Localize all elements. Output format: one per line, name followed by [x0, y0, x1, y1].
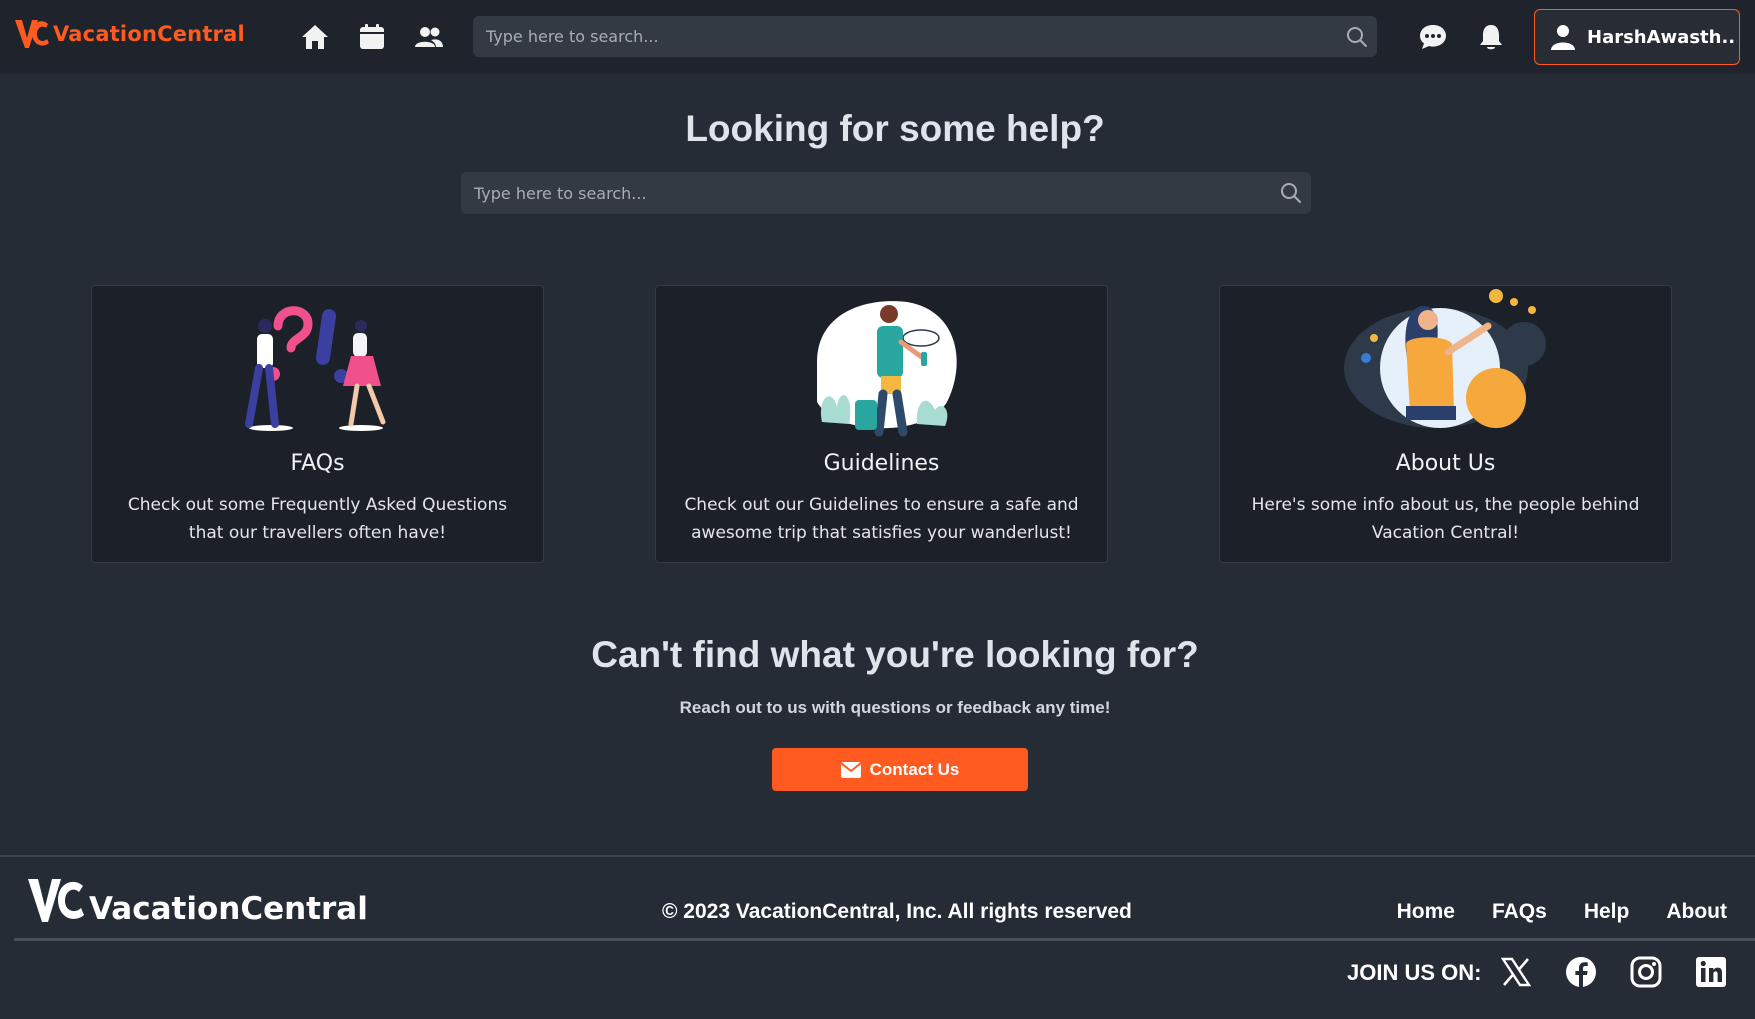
footer-brand[interactable]: VacationCentral: [27, 877, 368, 927]
bell-icon[interactable]: [1476, 22, 1506, 52]
vc-logo-icon: [28, 879, 84, 922]
footer-link-home[interactable]: Home: [1397, 900, 1455, 924]
search-icon[interactable]: [1271, 173, 1311, 213]
facebook-icon[interactable]: [1565, 956, 1597, 988]
help-search-input[interactable]: [461, 183, 1271, 203]
cta-subtitle: Reach out to us with questions or feedba…: [679, 698, 1111, 717]
home-icon[interactable]: [300, 22, 330, 52]
footer-link-help[interactable]: Help: [1584, 900, 1630, 924]
user-name: HarshAwasth...: [1587, 26, 1737, 48]
top-search-input[interactable]: [473, 27, 1337, 46]
vc-logo-icon: [15, 20, 49, 48]
card-title: Guidelines: [823, 451, 940, 476]
guidelines-card[interactable]: Guidelines Check out our Guidelines to e…: [655, 285, 1108, 563]
contact-us-label: Contact Us: [869, 759, 960, 779]
envelope-icon: [840, 761, 861, 778]
footer-link-faqs[interactable]: FAQs: [1492, 900, 1547, 924]
about-us-illustration: [1220, 286, 1671, 436]
top-search-bar: [473, 16, 1377, 57]
join-us-label: JOIN US ON:: [1347, 960, 1482, 985]
chat-icon[interactable]: [1418, 22, 1448, 52]
faqs-illustration: [92, 286, 543, 436]
about-us-card[interactable]: About Us Here's some info about us, the …: [1219, 285, 1672, 563]
user-menu-button[interactable]: HarshAwasth...: [1534, 9, 1740, 65]
footer-brand-name: VacationCentral: [89, 891, 368, 927]
instagram-icon[interactable]: [1630, 956, 1662, 988]
page-title: Looking for some help?: [685, 108, 1105, 149]
users-icon[interactable]: [414, 22, 444, 52]
calendar-icon[interactable]: [357, 22, 387, 52]
faqs-card[interactable]: FAQs Check out some Frequently Asked Que…: [91, 285, 544, 563]
footer: VacationCentral © 2023 VacationCentral, …: [0, 855, 1755, 1019]
x-icon[interactable]: [1500, 956, 1532, 988]
cta-title: Can't find what you're looking for?: [591, 634, 1199, 675]
card-title: About Us: [1395, 451, 1496, 476]
footer-links: Home FAQs Help About: [1397, 900, 1727, 924]
top-navbar: VacationCentral Type here to search... H…: [0, 0, 1755, 74]
card-text: Check out our Guidelines to ensure a saf…: [684, 495, 1079, 543]
card-text: Here's some info about us, the people be…: [1251, 495, 1640, 543]
search-icon[interactable]: [1337, 17, 1377, 57]
brand-name: VacationCentral: [53, 22, 245, 46]
help-search-bar: [461, 172, 1311, 214]
card-text: Check out some Frequently Asked Question…: [127, 495, 508, 543]
footer-link-about[interactable]: About: [1666, 900, 1727, 924]
user-icon: [1551, 25, 1575, 50]
brand-logo[interactable]: VacationCentral: [14, 18, 245, 50]
copyright-text: © 2023 VacationCentral, Inc. All rights …: [662, 900, 1132, 923]
contact-us-button[interactable]: Contact Us: [772, 748, 1028, 791]
guidelines-illustration: [656, 286, 1107, 437]
linkedin-icon[interactable]: [1695, 956, 1727, 988]
card-title: FAQs: [290, 451, 345, 476]
footer-divider: [14, 938, 1755, 941]
